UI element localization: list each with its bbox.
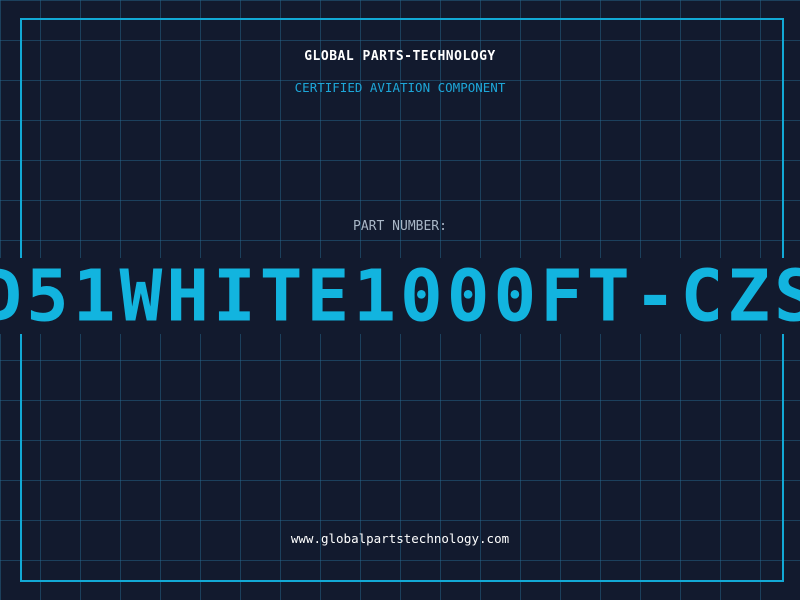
part-number-value: CMD51WHITE1000FT-CZS33 <box>0 258 800 334</box>
part-number-label: PART NUMBER: <box>353 219 447 234</box>
company-name: GLOBAL PARTS-TECHNOLOGY <box>304 49 496 64</box>
label-card: GLOBAL PARTS-TECHNOLOGY CERTIFIED AVIATI… <box>0 0 800 600</box>
part-number-band: CMD51WHITE1000FT-CZS33 <box>0 258 800 334</box>
certification-subtitle: CERTIFIED AVIATION COMPONENT <box>294 80 506 95</box>
website-url: www.globalpartstechnology.com <box>290 531 510 546</box>
